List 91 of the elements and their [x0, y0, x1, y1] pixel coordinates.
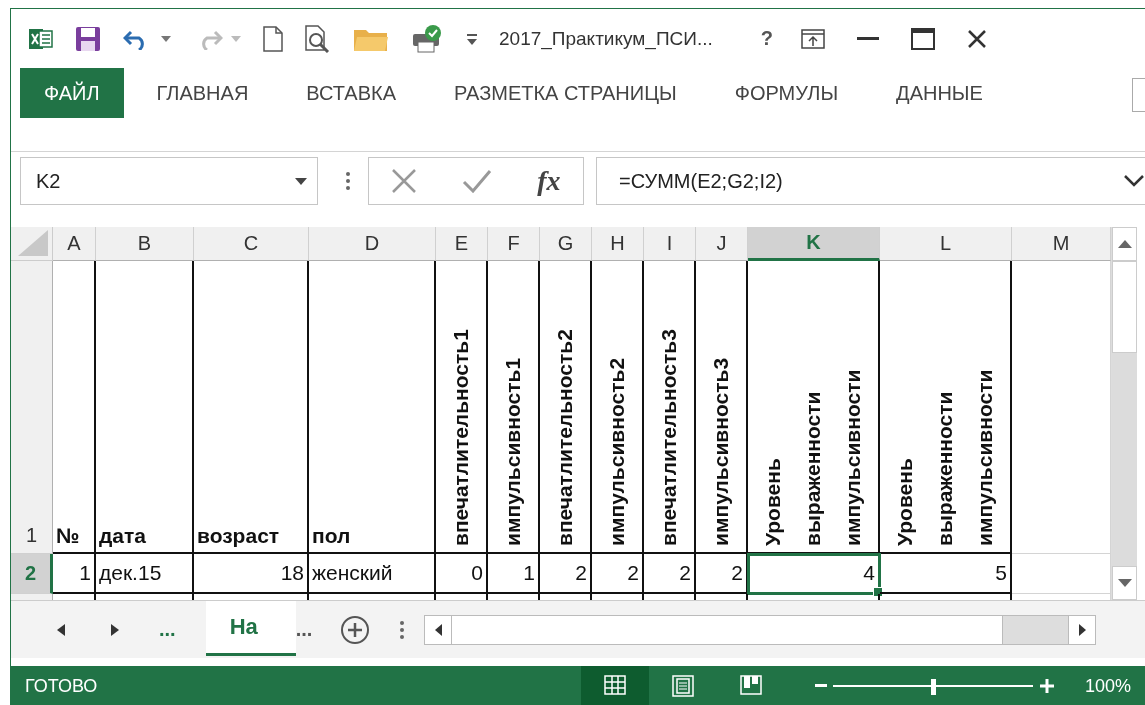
window-title: 2017_Практикум_ПСИ...: [499, 27, 713, 50]
excel-logo-icon: [29, 26, 53, 51]
table-cell: пол: [309, 261, 436, 555]
more-sheets-button[interactable]: ...: [295, 618, 313, 642]
table-cell: 2: [696, 554, 748, 595]
slider-thumb[interactable]: [930, 679, 936, 696]
cancel-icon[interactable]: [391, 168, 418, 194]
view-button[interactable]: [580, 666, 649, 705]
ribbon-tab[interactable]: ВСТАВКА: [277, 68, 426, 118]
scroll-left-icon[interactable]: [434, 623, 442, 636]
ribbon-display-icon[interactable]: [801, 28, 825, 49]
new-document-icon[interactable]: [263, 25, 283, 52]
table-cell: 1: [488, 554, 540, 595]
scroll-right-icon[interactable]: [111, 623, 119, 636]
table-cell: импульсивность2: [592, 261, 644, 555]
scroll-down-icon[interactable]: [1117, 579, 1132, 588]
column-header[interactable]: M: [1012, 227, 1111, 262]
row-header[interactable]: 1: [11, 261, 53, 555]
maximize-icon[interactable]: [911, 27, 935, 50]
table-cell: 2: [540, 554, 592, 595]
table-cell: №: [53, 261, 96, 555]
table-cell: 2: [592, 554, 644, 595]
table-cell: Уровень выраженности импульсивности: [880, 261, 1012, 555]
column-header[interactable]: B: [96, 227, 194, 262]
column-header[interactable]: A: [53, 227, 96, 262]
grid-view-icon[interactable]: [603, 675, 626, 698]
column-header[interactable]: L: [880, 227, 1012, 262]
vertical-dots-icon: [400, 620, 405, 639]
column-header[interactable]: D: [309, 227, 436, 262]
ribbon-tab[interactable]: РАЗМЕТКА СТРАНИЦЫ: [425, 68, 706, 118]
table-cell: 0: [436, 554, 488, 595]
zoom-in-icon[interactable]: [1038, 678, 1055, 695]
fill-handle[interactable]: [873, 587, 883, 598]
zoom-out-icon[interactable]: [814, 684, 827, 689]
expand-chevron-icon[interactable]: [1123, 174, 1145, 188]
table-cell: впечатлительность1: [436, 261, 488, 555]
zoom-slider[interactable]: [832, 679, 1033, 694]
scroll-up-icon[interactable]: [1117, 240, 1132, 249]
row-header[interactable]: 2: [11, 554, 53, 595]
ribbon-tab[interactable]: ДАННЫЕ: [867, 68, 1012, 118]
close-icon[interactable]: [967, 28, 987, 49]
column-header[interactable]: J: [696, 227, 748, 262]
customize-toolbar-icon[interactable]: [465, 31, 479, 46]
table-cell: 2: [644, 554, 696, 595]
help-button[interactable]: ?: [760, 27, 773, 51]
ribbon-tab[interactable]: ФОРМУЛЫ: [705, 68, 868, 118]
scroll-right-icon[interactable]: [1078, 623, 1086, 636]
table-cell: 4: [748, 554, 880, 595]
column-header[interactable]: H: [592, 227, 644, 262]
sheet-tab[interactable]: На: [205, 601, 296, 657]
scroll-left-icon[interactable]: [57, 623, 65, 636]
printer-check-icon[interactable]: [411, 23, 443, 54]
table-cell: 5: [880, 554, 1012, 595]
table-cell: 1: [53, 554, 96, 595]
table-cell: дек.15: [96, 554, 194, 595]
horizontal-scrollbar[interactable]: [424, 614, 1097, 645]
table-cell: импульсивность1: [488, 261, 540, 555]
table-cell: импульсивность3: [696, 261, 748, 555]
zoom-level[interactable]: 100%: [1084, 675, 1131, 697]
table-cell: впечатлительность2: [540, 261, 592, 555]
caret-icon[interactable]: [161, 35, 171, 42]
file-tab[interactable]: ФАЙЛ: [20, 68, 124, 118]
column-header[interactable]: K: [748, 227, 880, 262]
enter-check-icon[interactable]: [462, 169, 493, 193]
column-header[interactable]: G: [540, 227, 592, 262]
add-sheet-icon[interactable]: [340, 614, 371, 645]
formula-field[interactable]: =СУММ(E2;G2;I2): [596, 157, 1145, 205]
table-cell: впечатлительность3: [644, 261, 696, 555]
vertical-scrollbar[interactable]: [1111, 227, 1137, 601]
vertical-dots-icon: [346, 172, 350, 190]
table-cell: возраст: [194, 261, 309, 555]
save-icon[interactable]: [75, 25, 101, 52]
ribbon-tab[interactable]: ГЛАВНАЯ: [127, 68, 278, 118]
table-cell: 18: [194, 554, 309, 595]
table-cell: Уровень выраженности импульсивности: [748, 261, 880, 555]
table-cell: дата: [96, 261, 194, 555]
table-cell: женский: [309, 554, 436, 595]
column-header[interactable]: I: [644, 227, 696, 262]
dropdown-caret-icon[interactable]: [295, 177, 307, 185]
page-break-icon[interactable]: [739, 675, 762, 698]
minimize-icon[interactable]: [857, 36, 879, 41]
more-sheets-button[interactable]: ...: [159, 618, 176, 642]
column-header[interactable]: E: [436, 227, 488, 262]
scrollbar-thumb[interactable]: [1112, 261, 1137, 354]
page-layout-icon[interactable]: [671, 675, 694, 698]
print-preview-icon[interactable]: [305, 24, 331, 53]
name-box[interactable]: K2: [20, 157, 318, 205]
column-header[interactable]: F: [488, 227, 540, 262]
status-text: ГОТОВО: [25, 675, 98, 697]
column-header[interactable]: C: [194, 227, 309, 262]
insert-function-button[interactable]: fx: [537, 165, 561, 197]
